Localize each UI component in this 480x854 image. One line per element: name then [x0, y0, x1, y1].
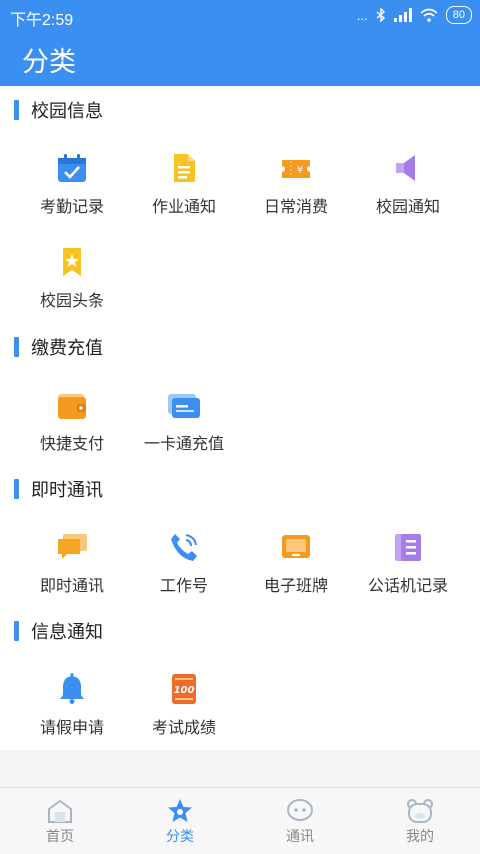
status-bar: 下午2:59 ... 80	[0, 0, 480, 32]
tab-mine[interactable]: 我的	[360, 788, 480, 854]
tab-label: 首页	[46, 829, 74, 845]
section-title: 校园信息	[31, 101, 103, 122]
tab-label: 我的	[406, 829, 434, 845]
page-title: 分类	[22, 47, 76, 78]
ticket-yen-icon: ¥	[279, 151, 313, 185]
item-campus-headlines[interactable]: 校园头条	[12, 245, 132, 311]
document-icon	[167, 151, 201, 185]
bottom-tab-bar: 首页 分类 通讯 我的	[0, 787, 480, 854]
section-header: 缴费充值	[14, 336, 103, 359]
more-dots-icon: ...	[356, 7, 368, 23]
battery-indicator: 80	[445, 6, 472, 24]
section-title: 信息通知	[31, 622, 103, 643]
item-instant-messaging[interactable]: 即时通讯	[12, 530, 132, 596]
tab-home[interactable]: 首页	[0, 788, 120, 854]
item-exam-scores[interactable]: 100 考试成绩	[124, 672, 244, 738]
notebook-icon	[391, 530, 425, 564]
item-homework[interactable]: 作业通知	[124, 151, 244, 217]
section-title: 即时通讯	[31, 480, 103, 501]
item-label: 考勤记录	[39, 197, 104, 216]
item-attendance[interactable]: 考勤记录	[12, 151, 132, 217]
item-label: 作业通知	[151, 197, 216, 216]
bluetooth-icon	[376, 8, 385, 22]
section-accent-bar	[14, 479, 19, 499]
item-daily-spending[interactable]: ¥ 日常消费	[236, 151, 356, 217]
tab-category[interactable]: 分类	[120, 788, 240, 854]
tab-label: 分类	[166, 829, 194, 845]
svg-text:100: 100	[174, 685, 195, 696]
item-label: 日常消费	[263, 197, 328, 216]
item-campus-notice[interactable]: 校园通知	[348, 151, 468, 217]
bell-icon	[55, 672, 89, 706]
chat-icon	[286, 798, 314, 824]
calendar-check-icon	[55, 151, 89, 185]
item-label: 公话机记录	[367, 576, 448, 595]
tab-label: 通讯	[286, 829, 314, 845]
chat-bubble-icon	[55, 530, 89, 564]
signal-icon	[393, 8, 412, 22]
tablet-icon	[279, 530, 313, 564]
bear-icon	[406, 798, 434, 824]
item-label: 校园头条	[39, 291, 104, 310]
item-card-recharge[interactable]: 一卡通充值	[124, 388, 244, 454]
status-time: 下午2:59	[10, 12, 74, 29]
section-accent-bar	[14, 100, 19, 120]
wifi-icon	[420, 8, 438, 22]
svg-text:¥: ¥	[297, 165, 303, 176]
item-leave-request[interactable]: 请假申请	[12, 672, 132, 738]
item-label: 请假申请	[39, 718, 104, 737]
tab-contacts[interactable]: 通讯	[240, 788, 360, 854]
home-icon	[46, 798, 74, 824]
section-header: 信息通知	[14, 620, 103, 643]
title-bar: 分类	[0, 32, 480, 86]
item-payphone-records[interactable]: 公话机记录	[348, 530, 468, 596]
item-label: 一卡通充值	[143, 434, 224, 453]
item-label: 即时通讯	[39, 576, 104, 595]
status-icons: ... 80	[357, 6, 472, 24]
item-quick-pay[interactable]: 快捷支付	[12, 388, 132, 454]
item-work-account[interactable]: 工作号	[124, 530, 244, 596]
item-e-class-board[interactable]: 电子班牌	[236, 530, 356, 596]
section-header: 校园信息	[14, 99, 103, 122]
item-label: 校园通知	[375, 197, 440, 216]
category-content: 校园信息 考勤记录 作业通知 ¥ 日常消费 校园通知 校园头条 缴费充值 快捷支…	[0, 86, 480, 750]
item-label: 快捷支付	[39, 434, 104, 453]
item-label: 电子班牌	[263, 576, 328, 595]
item-label: 考试成绩	[151, 718, 216, 737]
card-icon	[167, 388, 201, 422]
section-accent-bar	[14, 621, 19, 641]
section-header: 即时通讯	[14, 478, 103, 501]
wallet-icon	[55, 388, 89, 422]
bookmark-star-icon	[55, 245, 89, 279]
phone-icon	[167, 530, 201, 564]
item-label: 工作号	[159, 576, 208, 595]
section-accent-bar	[14, 337, 19, 357]
speaker-icon	[391, 151, 425, 185]
section-title: 缴费充值	[31, 338, 103, 359]
star-icon	[166, 798, 194, 824]
score-100-icon: 100	[167, 672, 201, 706]
